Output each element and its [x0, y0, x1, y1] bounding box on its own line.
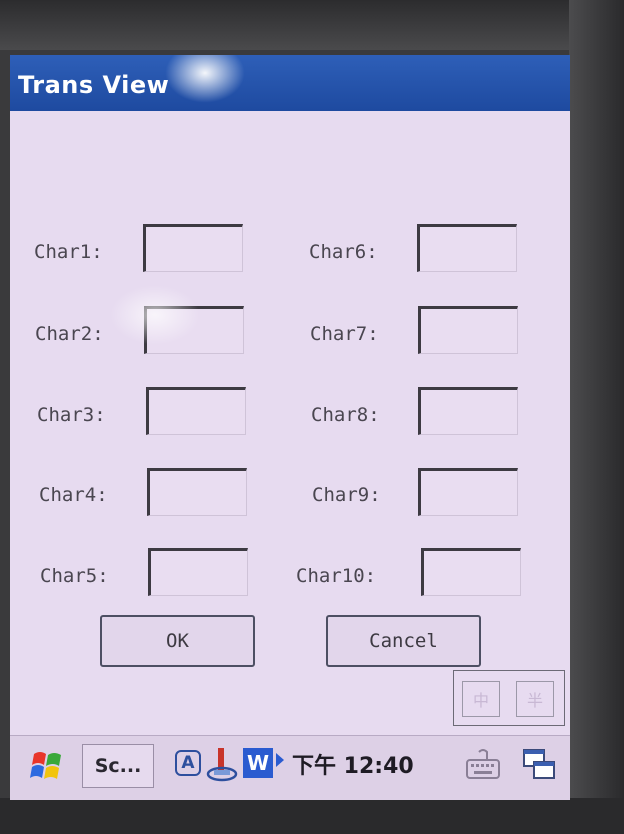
ime-panel: 中 半: [453, 670, 565, 726]
char6-field[interactable]: [417, 224, 517, 272]
char9-field[interactable]: [418, 468, 518, 516]
char7-field[interactable]: [418, 306, 518, 354]
screen-glare-secondary: [110, 285, 200, 345]
keyboard-icon[interactable]: [465, 748, 501, 782]
char4-label: Char4:: [39, 484, 108, 506]
char5-field[interactable]: [148, 548, 248, 596]
cancel-button[interactable]: Cancel: [326, 615, 481, 667]
char5-label: Char5:: [40, 565, 109, 587]
taskbar: Sc... A W 下午 12:40: [10, 735, 570, 800]
char8-label: Char8:: [311, 404, 380, 426]
ime-chinese-button[interactable]: 中: [462, 681, 500, 717]
device-screen: Trans View Char1: Char2: Char3: Char4: C…: [10, 55, 570, 800]
char1-field[interactable]: [143, 224, 243, 272]
title-bar: Trans View: [10, 55, 570, 111]
task-switch-icon[interactable]: [520, 746, 558, 784]
device-bezel-top: [0, 0, 624, 50]
device-bezel-right: [569, 0, 624, 834]
windows-flag-icon[interactable]: [30, 748, 64, 784]
ime-half-width-button[interactable]: 半: [516, 681, 554, 717]
network-icon[interactable]: [206, 746, 238, 782]
char9-label: Char9:: [312, 484, 381, 506]
word-icon[interactable]: W: [243, 748, 273, 778]
char7-label: Char7:: [310, 323, 379, 345]
device-bezel-bottom: [0, 798, 624, 834]
window-title: Trans View: [18, 71, 170, 99]
char1-label: Char1:: [34, 241, 103, 263]
char3-label: Char3:: [37, 404, 106, 426]
char8-field[interactable]: [418, 387, 518, 435]
char6-label: Char6:: [309, 241, 378, 263]
taskbar-app-button[interactable]: Sc...: [82, 744, 154, 788]
dialog-body: Char1: Char2: Char3: Char4: Char5: Char6…: [10, 111, 570, 741]
clock[interactable]: 下午 12:40: [292, 748, 414, 780]
input-indicator-icon[interactable]: A: [175, 750, 201, 776]
ok-button[interactable]: OK: [100, 615, 255, 667]
tray-expand-icon[interactable]: [276, 753, 284, 767]
char4-field[interactable]: [147, 468, 247, 516]
char10-field[interactable]: [421, 548, 521, 596]
char10-label: Char10:: [296, 565, 377, 587]
char3-field[interactable]: [146, 387, 246, 435]
char2-label: Char2:: [35, 323, 104, 345]
